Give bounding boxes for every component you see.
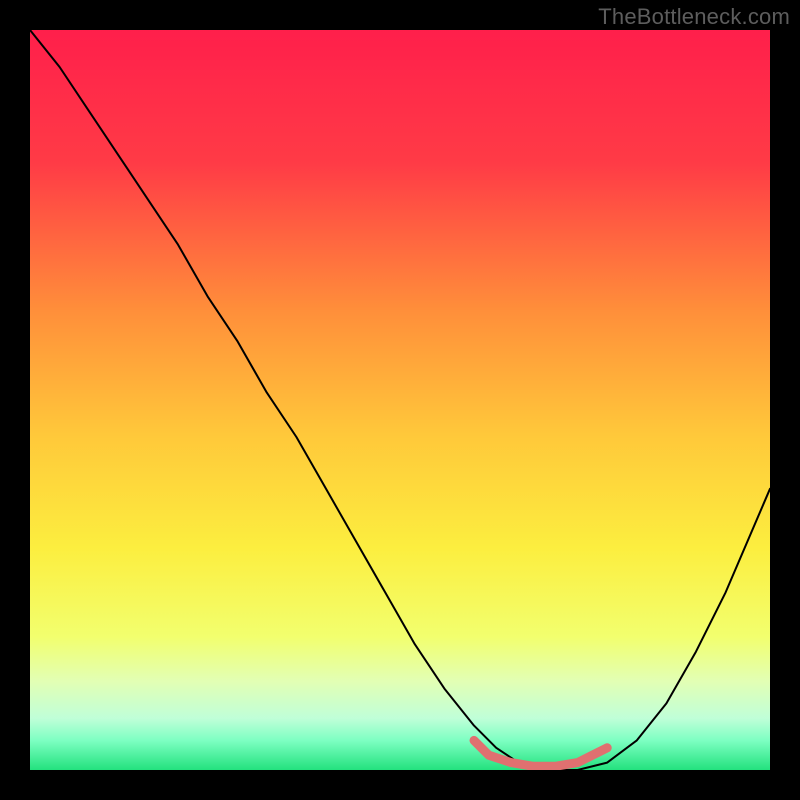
chart-frame: TheBottleneck.com [0,0,800,800]
gradient-background [30,30,770,770]
bottleneck-chart [30,30,770,770]
watermark-text: TheBottleneck.com [598,4,790,30]
plot-area [30,30,770,770]
